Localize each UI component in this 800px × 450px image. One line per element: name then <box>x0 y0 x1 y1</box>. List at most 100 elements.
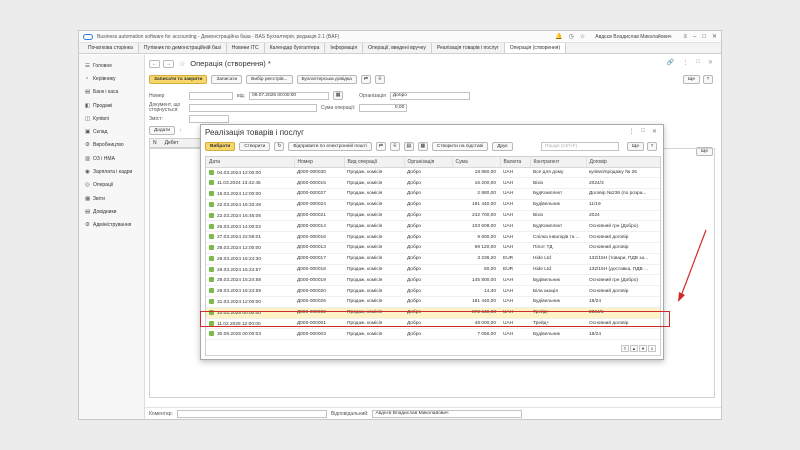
close-icon[interactable]: ✕ <box>712 33 717 40</box>
add-row-button[interactable]: Додати <box>149 126 176 135</box>
select-register-button[interactable]: Вибір реєстрів... <box>246 75 293 84</box>
table-row[interactable]: 27.03.2024 22:59:01 Д000-000016 Продаж, ко… <box>206 231 660 244</box>
minimize-icon[interactable]: – <box>693 34 696 40</box>
table-row[interactable]: 26.03.2024 14:00:02 Д000-000014 Продаж, ко… <box>206 220 660 233</box>
maximize-icon[interactable]: □ <box>702 34 706 40</box>
modal-more-icon[interactable]: ⋮ <box>628 128 634 135</box>
more-button[interactable]: Ще <box>682 75 700 84</box>
table-row[interactable]: 04.03.2024 12:00:00 Д000-000030 Продаж, ко… <box>206 167 660 179</box>
comment-field[interactable] <box>176 409 327 418</box>
calendar-icon[interactable]: ▦ <box>333 91 344 100</box>
tab-7[interactable]: Операція (створення) <box>504 43 567 53</box>
move-up-icon[interactable]: ↑ <box>179 128 182 134</box>
form-close-icon[interactable]: ✕ <box>708 59 713 66</box>
content-field[interactable] <box>189 115 229 123</box>
table-row[interactable]: 28.03.2024 15:24:30 Д000-000017 Продаж, ко… <box>206 253 660 265</box>
sidebar-item-4[interactable]: ◫ Купівлі <box>79 112 144 125</box>
table-row[interactable]: 22.03.2024 16:46:06 Д000-000021 Продаж, ко… <box>206 210 660 222</box>
tab-2[interactable]: Новини ІТС <box>227 43 265 53</box>
responsible-field[interactable]: Авдєєв Владислав Миколайович <box>372 409 523 418</box>
accounting-ref-button[interactable]: Бухгалтерська довідка <box>296 75 357 84</box>
modal-maximize-icon[interactable]: □ <box>641 128 645 135</box>
modal-close-icon[interactable]: ✕ <box>652 128 657 135</box>
tab-1[interactable]: Путівник по демонстраційній базі <box>139 43 227 53</box>
save-close-button[interactable]: Записати та закрити <box>149 75 208 84</box>
table-row[interactable]: 11.03.2024 13:42:45 Д000-000015 Продаж, ко… <box>206 177 660 190</box>
organization-field[interactable]: Добро <box>389 91 470 100</box>
column-header[interactable]: Номер <box>294 157 345 168</box>
tab-0[interactable]: Початкова сторінка <box>79 43 139 53</box>
sidebar-item-5[interactable]: ▣ Склад <box>79 125 144 138</box>
sidebar-item-6[interactable]: ⚙ Виробництво <box>79 139 144 152</box>
modal-more-button[interactable]: Ще <box>626 142 644 151</box>
select-button[interactable]: Вибрати <box>205 142 236 151</box>
modal-help-icon[interactable]: ? <box>647 142 657 151</box>
table-row[interactable]: 28.03.2024 15:24:58 Д000-000019 Продаж, ко… <box>206 274 660 287</box>
sum-field[interactable]: 0,00 <box>359 104 408 112</box>
sidebar-item-0[interactable]: ☰ Головне <box>79 59 144 72</box>
sidebar-item-12[interactable]: ⚙ Адміністрування <box>79 219 144 232</box>
scroll-top-icon[interactable]: ⇑ <box>621 345 629 352</box>
table-cell: Д000-000020 <box>294 285 344 298</box>
current-user[interactable]: Авдєєв Владислав Миколайович <box>595 34 671 40</box>
structure-icon[interactable]: ⇄ <box>360 75 371 84</box>
create-based-button[interactable]: Створити на підставі <box>431 142 489 151</box>
sidebar-item-2[interactable]: ▤ Банк і каса <box>79 86 144 99</box>
date-field[interactable]: 09.07.2025 00:00:00 <box>249 91 330 100</box>
column-header[interactable]: Сума <box>452 157 501 168</box>
menu-icon[interactable]: ≡ <box>683 34 687 40</box>
column-header[interactable]: Контрагент <box>530 157 587 168</box>
sidebar-item-10[interactable]: ▦ Звіти <box>79 192 144 205</box>
tab-3[interactable]: Календар бухгалтера <box>265 43 326 53</box>
more-vert-icon[interactable]: ⋮ <box>682 59 688 66</box>
column-header[interactable]: Валюта <box>500 157 531 168</box>
scroll-up-icon[interactable]: ▲ <box>630 345 638 352</box>
bell-icon[interactable]: 🔔 <box>555 33 562 40</box>
search-input[interactable]: Пошук (Ctrl+F) <box>541 142 619 151</box>
table-row[interactable]: 28.03.2024 15:24:57 Д000-000018 Продаж, ко… <box>206 264 660 276</box>
send-email-button[interactable]: Відправити по електронній пошті <box>288 142 372 151</box>
refresh-icon[interactable]: ↻ <box>274 142 285 151</box>
column-header[interactable]: Організація <box>404 157 453 168</box>
forward-button[interactable]: → <box>163 59 174 68</box>
favorite-star-icon[interactable]: ☆ <box>179 60 185 68</box>
table-row[interactable]: 28.03.2024 12:00:00 Д000-000013 Продаж, ко… <box>206 242 660 254</box>
reverse-document-field[interactable] <box>189 104 317 112</box>
sidebar-item-9[interactable]: ◎ Операції <box>79 179 144 192</box>
number-field[interactable] <box>189 91 233 100</box>
table-cell: Продаж, комісія <box>344 188 404 200</box>
column-header[interactable]: Договір <box>586 157 660 168</box>
help-icon[interactable]: ? <box>703 75 713 84</box>
save-button[interactable]: Записати <box>211 75 243 84</box>
table-row[interactable]: 22.03.2024 16:33:48 Д000-000024 Продаж, ко… <box>206 199 660 211</box>
table-row[interactable]: 30.09.2025 00:00:03 Д000-000003 Продаж, ко… <box>206 328 660 341</box>
star-icon[interactable]: ☆ <box>580 33 585 40</box>
journal-icon[interactable]: ▤ <box>403 142 414 151</box>
scroll-bottom-icon[interactable]: ⇓ <box>648 345 656 352</box>
link-icon[interactable]: 🔗 <box>667 59 674 66</box>
form-maximize-icon[interactable]: □ <box>696 59 700 66</box>
edoc-icon[interactable]: ⇄ <box>375 142 386 151</box>
table-row[interactable]: 28.03.2024 15:24:59 Д000-000020 Продаж, ко… <box>206 285 660 298</box>
posted-document-icon <box>209 212 214 218</box>
sidebar-item-8[interactable]: ◉ Зарплата і кадри <box>79 165 144 178</box>
sidebar-item-11[interactable]: ▤ Довідники <box>79 205 144 218</box>
sidebar-item-1[interactable]: ◔ Керівнику <box>79 72 144 85</box>
attach-icon[interactable]: ⌾ <box>374 75 385 84</box>
table-row[interactable]: 31.03.2024 12:00:00 Д000-000026 Продаж, ко… <box>206 296 660 308</box>
column-header[interactable]: Дата <box>206 157 295 168</box>
print-button[interactable]: Друк <box>492 142 513 151</box>
column-header[interactable]: Вид операції <box>344 157 405 168</box>
link-attach-icon[interactable]: ⌾ <box>389 142 400 151</box>
back-button[interactable]: ← <box>149 59 160 68</box>
sidebar-item-3[interactable]: ◧ Продажі <box>79 99 144 112</box>
tab-6[interactable]: Реалізація товарів і послуг <box>432 43 505 53</box>
tab-5[interactable]: Операції, введені вручну <box>363 43 432 53</box>
history-icon[interactable]: ◷ <box>569 33 574 40</box>
post-icon[interactable]: ▦ <box>417 142 428 151</box>
sidebar-item-7[interactable]: ▥ ОЗ і НМА <box>79 152 144 165</box>
scroll-down-icon[interactable]: ▼ <box>639 345 647 352</box>
create-button[interactable]: Створити <box>239 142 271 151</box>
table-row[interactable]: 15.03.2024 12:00:00 Д000-000027 Продаж, ко… <box>206 188 660 200</box>
tab-4[interactable]: Інформація <box>325 43 364 53</box>
